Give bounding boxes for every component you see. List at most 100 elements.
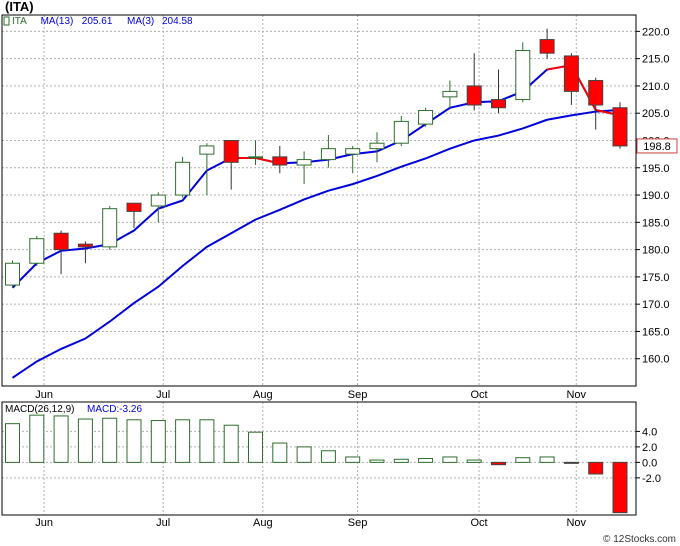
candle-body [296, 159, 312, 166]
candle-body [320, 148, 336, 161]
price-panel: 160.0 165.0 170.0 175.0 180.0 185.0 190.0 195.0… [1, 14, 678, 401]
candle-body [563, 55, 579, 92]
candle-body [175, 161, 191, 196]
candle-down [223, 139, 239, 190]
macd-bar-positive [199, 419, 215, 463]
price-tick-label: 220.0 [642, 26, 670, 38]
candle-up [248, 140, 263, 166]
candle-up [320, 135, 336, 168]
candle-body [5, 262, 20, 286]
ticker-title: (ITA) [5, 0, 34, 14]
candle-down [539, 28, 555, 59]
price-legend: ITA MA(13) 205.61 MA(3) 204.58 [3, 16, 193, 27]
macd-bar-positive [29, 414, 45, 463]
macd-title: MACD(26,12,9) [5, 404, 74, 415]
candle-down [491, 69, 506, 114]
month-label: Sep [348, 389, 368, 401]
copyright-footer: © 12Stocks.com [603, 534, 676, 545]
candle-down [466, 53, 482, 111]
macd-tick-label: -2.0 [642, 473, 661, 485]
candle-body [126, 202, 142, 212]
macd-bar-negative [588, 461, 604, 475]
month-label: Jun [35, 389, 53, 401]
macd-bar-positive [5, 423, 20, 463]
candle-down [563, 53, 579, 106]
candle-down [588, 77, 604, 130]
candle-up [418, 107, 434, 127]
candle-body [612, 107, 628, 147]
macd-bar-positive [515, 457, 531, 463]
macd-bar-positive [418, 458, 434, 463]
candle-body [102, 208, 118, 248]
candle-body [223, 139, 239, 163]
stock-chart: 160.0 165.0 170.0 175.0 180.0 185.0 190.0 195.0… [1, 14, 678, 529]
macd-tick-label: 4.0 [642, 426, 657, 438]
price-tick-label: 185.0 [642, 217, 670, 229]
macd-month-label: Aug [253, 517, 273, 529]
macd-bar-positive [539, 456, 555, 463]
candle-body [588, 79, 604, 106]
price-tick-label: 205.0 [642, 108, 670, 120]
macd-bar-positive [53, 415, 69, 463]
candle-body [248, 156, 263, 159]
candle-body [515, 49, 531, 101]
candle-body [150, 194, 166, 207]
macd-month-label: Jul [156, 517, 170, 529]
month-label: Aug [253, 389, 273, 401]
candle-down [77, 241, 93, 264]
candle-body [466, 85, 482, 106]
macd-bar-negative [563, 461, 579, 464]
legend-entry: ITA [12, 16, 27, 27]
legend-value: 204.58 [162, 16, 193, 27]
candle-up [442, 80, 458, 108]
macd-value: MACD:-3.26 [87, 404, 142, 415]
legend-entry: MA(3) [127, 16, 154, 27]
candle-body [53, 232, 69, 251]
macd-bar-positive [320, 450, 336, 463]
candle-up [29, 235, 45, 266]
month-label: Jul [156, 389, 170, 401]
month-label: Nov [566, 389, 586, 401]
candle-up [175, 156, 191, 198]
candle-body [345, 148, 361, 155]
candle-up [515, 42, 531, 103]
candle-down [126, 202, 142, 228]
macd-bar-positive [223, 424, 239, 463]
candle-body [442, 90, 458, 98]
last-price-label: 198.8 [643, 141, 671, 153]
candle-body [29, 238, 45, 264]
macd-bar-positive [345, 456, 361, 463]
macd-tick-label: 2.0 [642, 442, 657, 454]
price-tick-label: 165.0 [642, 326, 670, 338]
candle-body [272, 156, 288, 166]
candle-body [539, 39, 555, 54]
macd-panel: 4.0 2.0 0.0 -2.0 Jun Jul Aug Sep Oct Nov MACD(26,1… [1, 401, 661, 529]
macd-month-label: Nov [566, 517, 586, 529]
price-tick-label: 215.0 [642, 54, 670, 66]
macd-bar-positive [369, 459, 385, 463]
macd-bar-positive [393, 458, 409, 463]
macd-bar-positive [77, 418, 93, 463]
legend-value: 205.61 [82, 16, 113, 27]
macd-month-label: Oct [470, 517, 487, 529]
candle-body [491, 99, 506, 109]
macd-bar-positive [126, 419, 142, 463]
macd-bar-positive [296, 446, 312, 463]
price-tick-label: 210.0 [642, 81, 670, 93]
candle-up [5, 260, 20, 288]
price-tick-label: 195.0 [642, 163, 670, 175]
macd-bar-positive [272, 442, 288, 463]
price-tick-label: 170.0 [642, 299, 670, 311]
candle-body [77, 243, 93, 248]
price-tick-label: 190.0 [642, 190, 670, 202]
macd-tick-label: 0.0 [642, 457, 657, 469]
price-tick-label: 175.0 [642, 272, 670, 284]
candle-body [199, 145, 215, 155]
candle-down [272, 145, 288, 174]
candle-body [369, 142, 385, 150]
macd-month-label: Jun [35, 517, 53, 529]
month-label: Oct [470, 389, 487, 401]
macd-bar-positive [442, 456, 458, 463]
candle-up [199, 143, 215, 196]
macd-bar-positive [466, 459, 482, 463]
